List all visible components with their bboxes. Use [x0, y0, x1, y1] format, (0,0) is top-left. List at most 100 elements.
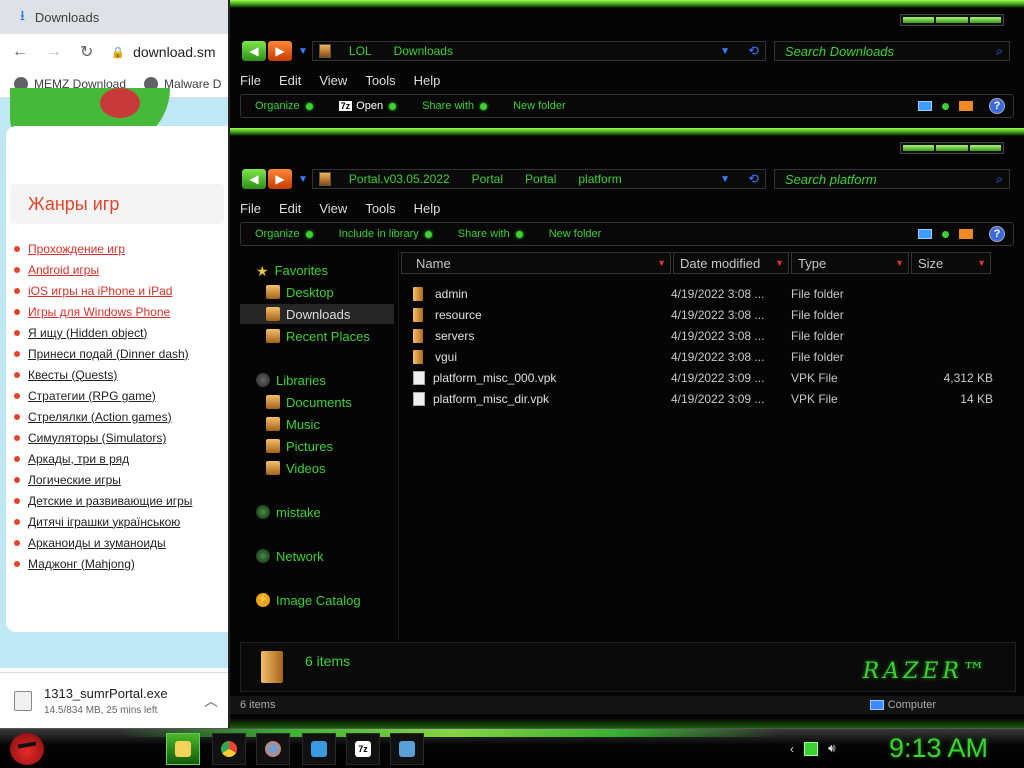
genre-link[interactable]: Стратегии (RPG game)	[28, 385, 192, 406]
chrome-tab[interactable]: ⭳ Downloads	[0, 0, 230, 34]
nav-pictures[interactable]: Pictures	[240, 436, 394, 456]
sort-arrow-icon[interactable]: ▼	[657, 258, 666, 268]
menu-file[interactable]: File	[240, 73, 261, 88]
menu-file[interactable]: File	[240, 201, 261, 216]
nav-videos[interactable]: Videos	[240, 458, 394, 478]
menu-edit[interactable]: Edit	[279, 201, 301, 216]
minimize-button[interactable]	[903, 17, 935, 23]
column-header-type[interactable]: Type ▼	[791, 252, 909, 274]
taskbar-chrome[interactable]	[212, 733, 246, 765]
sort-arrow-icon[interactable]: ▼	[977, 258, 986, 268]
nav-favorites[interactable]: ★ Favorites	[256, 260, 410, 280]
preview-pane-icon[interactable]	[959, 101, 973, 111]
nav-libraries[interactable]: Libraries	[240, 370, 394, 390]
show-hidden-icons[interactable]: ‹	[790, 742, 794, 756]
nav-network[interactable]: Network	[240, 546, 394, 566]
change-view-icon[interactable]	[918, 229, 932, 239]
change-view-icon[interactable]	[918, 101, 932, 111]
search-input[interactable]: Search platform ⌕	[773, 169, 1010, 189]
include-in-library-button[interactable]: Include in library	[339, 228, 432, 240]
column-header-size[interactable]: Size ▼	[911, 252, 991, 274]
genre-link[interactable]: iOS игры на iPhone и iPad	[28, 280, 192, 301]
close-button[interactable]	[969, 17, 1001, 23]
address-bar[interactable]: Portal.v03.05.2022 Portal Portal platfor…	[311, 169, 766, 189]
nav-desktop[interactable]: Desktop	[240, 282, 394, 302]
chevron-up-icon[interactable]: ︿	[204, 691, 218, 711]
file-row[interactable]: admin 4/19/2022 3:08 ... File folder	[413, 283, 1003, 304]
reload-icon[interactable]: ↻	[80, 42, 93, 62]
back-button[interactable]: ◀	[242, 41, 266, 61]
genre-link[interactable]: Квесты (Quests)	[28, 364, 192, 385]
column-header-date[interactable]: Date modified ▼	[673, 252, 789, 274]
maximize-button[interactable]	[936, 17, 968, 23]
genre-link[interactable]: Дитячі іграшки українською	[28, 511, 192, 532]
preview-pane-icon[interactable]	[959, 229, 973, 239]
share-with-button[interactable]: Share with	[422, 100, 488, 112]
taskbar-app[interactable]	[302, 733, 336, 765]
file-row[interactable]: servers 4/19/2022 3:08 ... File folder	[413, 325, 1003, 346]
back-button[interactable]: ◀	[242, 169, 266, 189]
menu-tools[interactable]: Tools	[365, 201, 395, 216]
forward-button[interactable]: ▶	[268, 41, 292, 61]
menu-help[interactable]: Help	[414, 201, 441, 216]
new-folder-button[interactable]: New folder	[549, 228, 602, 240]
share-with-button[interactable]: Share with	[458, 228, 523, 240]
start-button[interactable]	[6, 731, 50, 767]
breadcrumb-item[interactable]: LOL	[349, 44, 372, 58]
nav-recent-places[interactable]: Recent Places	[240, 326, 394, 346]
minimize-button[interactable]	[903, 145, 935, 151]
nav-music[interactable]: Music	[240, 414, 394, 434]
genre-link[interactable]: Принеси подай (Dinner dash)	[28, 343, 192, 364]
refresh-icon[interactable]: ⟲	[748, 43, 759, 59]
genre-link[interactable]: Маджонг (Mahjong)	[28, 553, 192, 574]
organize-button[interactable]: Organize	[255, 100, 313, 112]
address-dropdown-icon[interactable]: ▼	[720, 174, 730, 185]
window-controls[interactable]	[900, 14, 1004, 26]
refresh-icon[interactable]: ⟲	[748, 171, 759, 187]
organize-button[interactable]: Organize	[255, 228, 313, 240]
history-dropdown-icon[interactable]: ▼	[298, 174, 308, 185]
genre-link[interactable]: Android игры	[28, 259, 192, 280]
file-row[interactable]: vgui 4/19/2022 3:08 ... File folder	[413, 346, 1003, 367]
back-arrow-icon[interactable]: ←	[12, 43, 28, 61]
close-button[interactable]	[969, 145, 1001, 151]
genre-link[interactable]: Симуляторы (Simulators)	[28, 427, 192, 448]
nav-documents[interactable]: Documents	[240, 392, 394, 412]
volume-icon[interactable]: 🔊︎	[828, 741, 836, 756]
breadcrumb-item[interactable]: Portal.v03.05.2022	[349, 172, 450, 186]
breadcrumb-item[interactable]: Portal	[525, 172, 556, 186]
help-icon[interactable]: ?	[989, 98, 1005, 114]
genre-link[interactable]: Прохождение игр	[28, 238, 192, 259]
genre-link[interactable]: Игры для Windows Phone	[28, 301, 192, 322]
menu-tools[interactable]: Tools	[365, 73, 395, 88]
network-status-icon[interactable]	[804, 741, 818, 756]
file-row[interactable]: resource 4/19/2022 3:08 ... File folder	[413, 304, 1003, 325]
genre-link[interactable]: Логические игры	[28, 469, 192, 490]
menu-view[interactable]: View	[319, 73, 347, 88]
clock[interactable]: 9:13 AM	[889, 733, 988, 764]
breadcrumb-item[interactable]: platform	[578, 172, 621, 186]
genre-link[interactable]: Аркады, три в ряд	[28, 448, 192, 469]
help-icon[interactable]: ?	[989, 226, 1005, 242]
taskbar-7zip[interactable]: 7z	[346, 733, 380, 765]
nav-homegroup[interactable]: mistake	[240, 502, 394, 522]
new-folder-button[interactable]: New folder	[513, 100, 566, 112]
breadcrumb-item[interactable]: Portal	[472, 172, 503, 186]
genre-link[interactable]: Детские и развивающие игры	[28, 490, 192, 511]
open-button[interactable]: 7z Open	[338, 100, 397, 112]
nav-image-catalog[interactable]: ⚡ Image Catalog	[240, 590, 394, 610]
genre-link[interactable]: Арканоиды и зуманоиды	[28, 532, 192, 553]
genre-link[interactable]: Стрелялки (Action games)	[28, 406, 192, 427]
sort-arrow-icon[interactable]: ▼	[895, 258, 904, 268]
search-icon[interactable]: ⌕	[996, 172, 1003, 187]
window-controls[interactable]	[900, 142, 1004, 154]
history-dropdown-icon[interactable]: ▼	[298, 46, 308, 57]
address-bar[interactable]: 🔒 download.sm	[111, 44, 215, 60]
menu-view[interactable]: View	[319, 201, 347, 216]
search-icon[interactable]: ⌕	[996, 44, 1003, 59]
address-dropdown-icon[interactable]: ▼	[720, 46, 730, 57]
breadcrumb-item[interactable]: Downloads	[394, 44, 453, 58]
nav-downloads[interactable]: Downloads	[240, 304, 394, 324]
genre-link[interactable]: Я ищу (Hidden object)	[28, 322, 192, 343]
taskbar-explorer[interactable]	[166, 733, 200, 765]
